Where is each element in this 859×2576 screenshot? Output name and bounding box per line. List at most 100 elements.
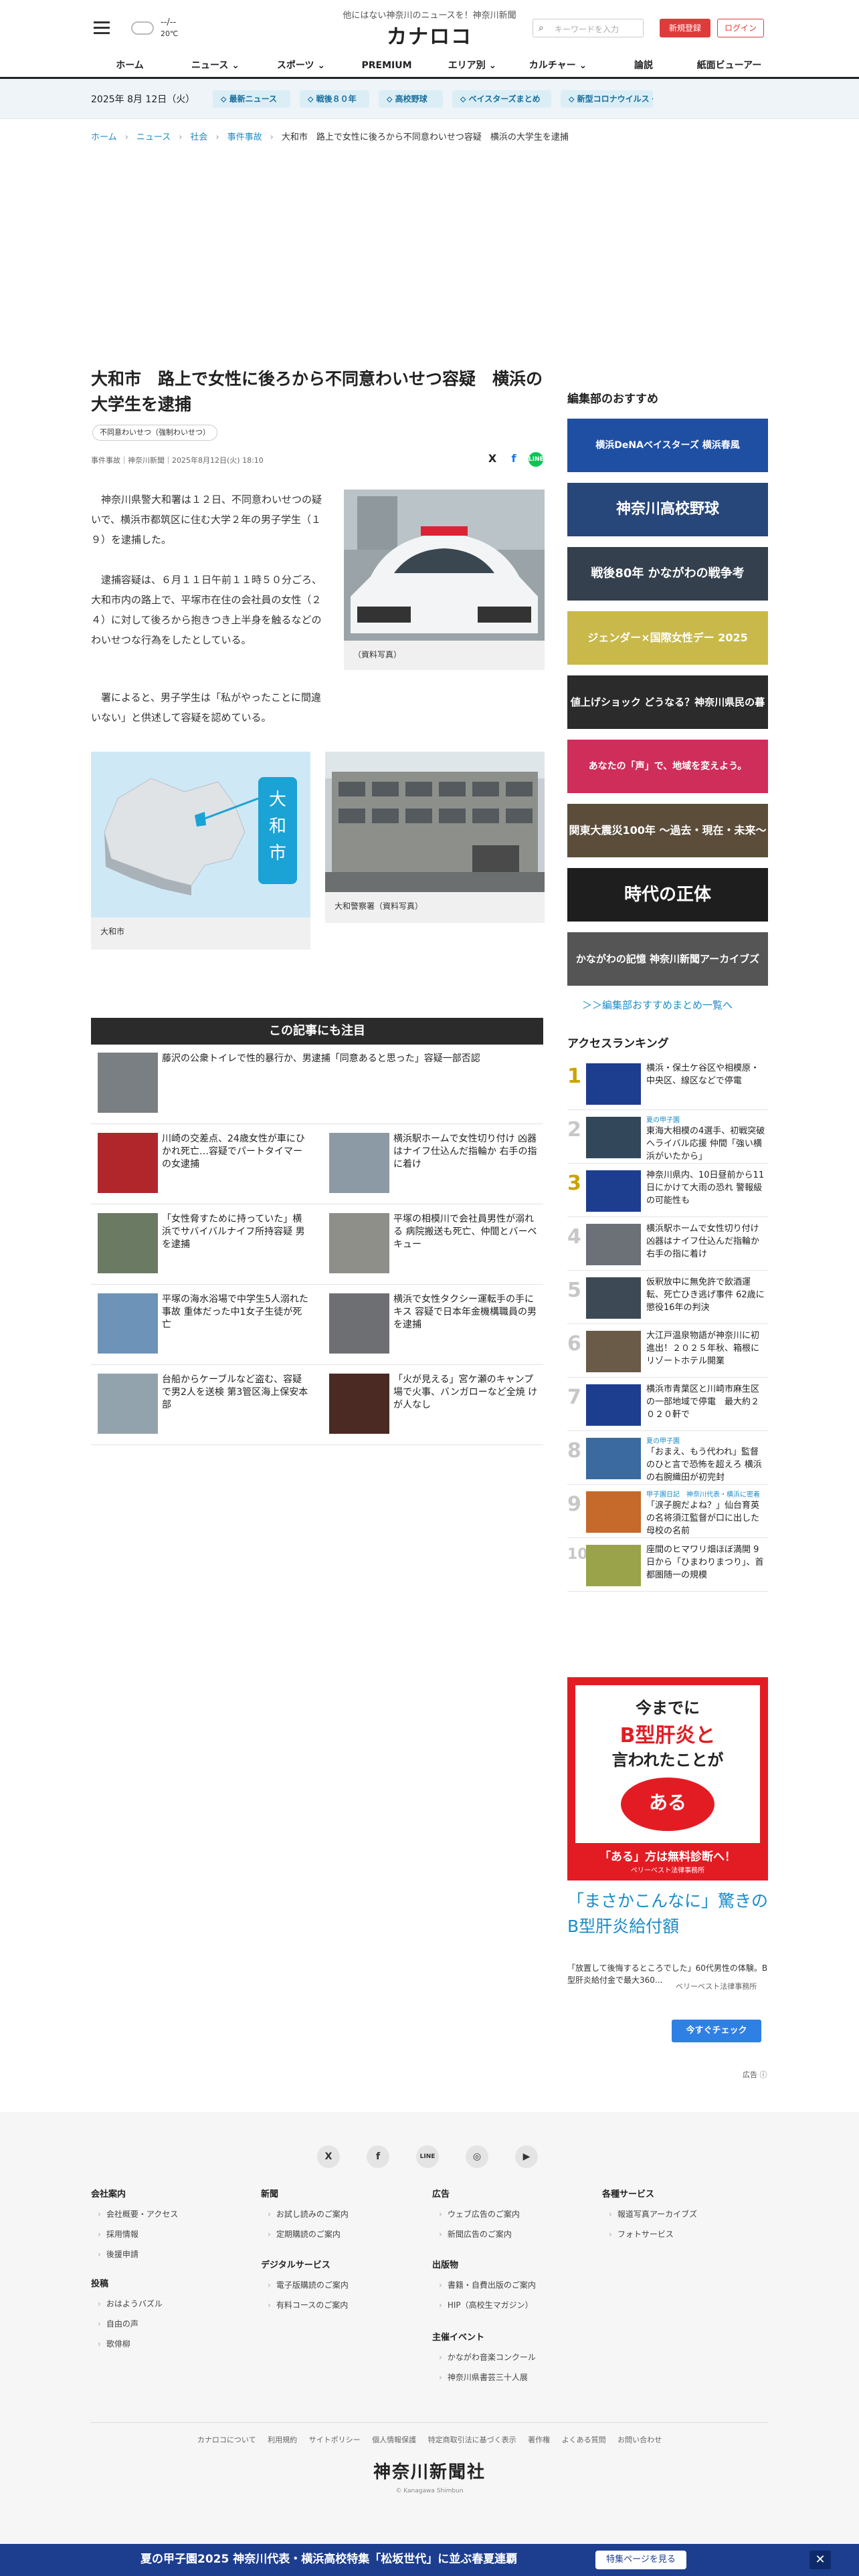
banner-postwar[interactable]: 戦後80年 かながわの戦争考: [567, 547, 768, 601]
page: --/-- 20℃ 他にはない神奈川のニュースを！神奈川新聞 カナロコ ⌕ キーワ…: [0, 0, 859, 2576]
ad-image-text: B型肝炎と: [619, 1724, 716, 1747]
keyword-tag[interactable]: 不同意わいせつ（強制わいせつ）: [92, 425, 217, 441]
x-icon[interactable]: X: [317, 2145, 340, 2168]
footer-link[interactable]: 会社概要・アクセス: [98, 2208, 178, 2220]
banner-gender[interactable]: ジェンダー×国際女性デー 2025: [567, 611, 768, 665]
ranking-item[interactable]: 10 座間のヒマワリ畑ほぼ満開 9日から「ひまわりまつり」、首都圏随一の規模: [567, 1541, 768, 1592]
footer-link[interactable]: 報道写真アーカイブズ: [609, 2208, 697, 2220]
footer-link[interactable]: 書籍・自費出版のご案内: [439, 2279, 536, 2290]
banner-baystars[interactable]: 横浜DeNAベイスターズ 横浜春風: [567, 419, 768, 472]
ranking-item[interactable]: 4 横浜駅ホームで女性切り付け 凶器はナイフ仕込んだ指輪か 右手の指に着け: [567, 1220, 768, 1271]
ranking-item[interactable]: 5 仮釈放中に無免許で飲酒運転、死亡ひき逃げ事件 62歳に懲役16年の判決: [567, 1273, 768, 1324]
footer-link[interactable]: 自由の声: [98, 2318, 138, 2329]
facebook-icon[interactable]: f: [367, 2145, 389, 2168]
footer-copyright: © Kanagawa Shimbun: [395, 2488, 464, 2494]
breadcrumb-home[interactable]: ホーム: [91, 132, 117, 142]
banner-archive[interactable]: かながわの記憶 神奈川新聞アーカイブズ: [567, 932, 768, 986]
article-figure-police-car[interactable]: （資料写真）: [344, 490, 545, 670]
footer-link[interactable]: フォトサービス: [609, 2228, 674, 2240]
ranking-number: 4: [567, 1225, 581, 1249]
footer-link[interactable]: お試し読みのご案内: [268, 2208, 349, 2220]
nav-news[interactable]: ニュース ⌄: [173, 56, 258, 76]
promo-button[interactable]: 特集ページを見る: [595, 2551, 686, 2569]
ranking-item[interactable]: 9 甲子園日記 神奈川代表・横浜に密着 「涙子腕だよね？」仙台育英の名将須江監督が口…: [567, 1487, 768, 1538]
banner-jidai[interactable]: 時代の正体: [567, 868, 768, 922]
close-icon[interactable]: ✕: [809, 2551, 831, 2569]
nav-home[interactable]: ホーム: [87, 56, 173, 76]
x-share-icon[interactable]: X: [486, 452, 499, 465]
related-item[interactable]: 平塚の相模川で会社員男性が溺れる 病院搬送も死亡、仲間とバーベキュー: [322, 1209, 543, 1277]
ranking-item[interactable]: 6 大江戸温泉物語が神奈川に初進出！２０２５年秋、箱根にリゾートホテル開業: [567, 1327, 768, 1378]
footer-link[interactable]: おはようバズル: [98, 2298, 163, 2309]
register-button[interactable]: 新規登録: [660, 19, 710, 37]
ranking-item[interactable]: 1 横浜・保土ケ谷区や相模原・中央区、線区などで停電: [567, 1059, 768, 1110]
breadcrumb-incident[interactable]: 事件事故: [227, 132, 262, 142]
related-title: 横浜駅ホームで女性切り付け 凶器はナイフ仕込んだ指輪か 右手の指に着け: [393, 1134, 537, 1170]
ranking-item[interactable]: 8 夏の甲子園 「おまえ、もう代われ」監督のひと言で恐怖を超えろ 横浜の右腕織田が初…: [567, 1434, 768, 1485]
footer-link[interactable]: 定期購読のご案内: [268, 2228, 341, 2240]
footer-link[interactable]: ウェブ広告のご案内: [439, 2208, 520, 2220]
footer-logo[interactable]: 神奈川新聞社: [0, 2458, 859, 2483]
ad-image-firm: ベリーベスト法律事務所: [630, 1867, 705, 1874]
related-title: 「女性脅すために持っていた」横浜でサバイバルナイフ所持容疑 男を逮捕: [162, 1214, 305, 1250]
footer-link[interactable]: かながわ音楽コンクール: [439, 2351, 536, 2363]
related-item[interactable]: 藤沢の公衆トイレで性的暴行か、男逮捕「同意あると思った」容疑一部否認: [91, 1049, 543, 1117]
related-item[interactable]: 台船からケーブルなど盗む、容疑で男2人を送検 第3管区海上保安本部: [91, 1370, 312, 1438]
instagram-icon[interactable]: ◎: [466, 2145, 488, 2168]
footer-link[interactable]: 新聞広告のご案内: [439, 2228, 512, 2240]
search-placeholder: キーワードを入力: [555, 25, 619, 34]
login-button[interactable]: ログイン: [717, 19, 764, 37]
tag-postwar80[interactable]: ⬦ 戦後８０年: [300, 90, 369, 108]
nav-sports[interactable]: スポーツ ⌄: [258, 56, 344, 76]
facebook-share-icon[interactable]: f: [507, 452, 520, 465]
article-figure-police-station[interactable]: 大和警察署（資料写真）: [325, 752, 545, 923]
nav-area[interactable]: エリア別 ⌄: [430, 56, 515, 76]
ranking-item[interactable]: 3 神奈川県内、10日昼前から11日にかけて大雨の恐れ 警報級の可能性も: [567, 1166, 768, 1217]
footer-link[interactable]: HIP（高校生マガジン）: [439, 2299, 533, 2311]
ad-headline[interactable]: 「まさかこんなに」驚きのB型肝炎給付額: [567, 1889, 768, 1939]
footer-link[interactable]: 後援申請: [98, 2248, 138, 2260]
line-share-icon[interactable]: LINE: [529, 452, 544, 467]
tag-covid[interactable]: ⬦ 新型コロナウイルス・新型２週間試験: [561, 90, 653, 108]
banner-price-rise[interactable]: 値上げショック どうなる？神奈川県民の暮らし: [567, 675, 768, 762]
ranking-item[interactable]: 2 夏の甲子園 東海大相模の4選手、初戦突破へライバル応援 仲間「強い横浜がいたから…: [567, 1113, 768, 1164]
breadcrumb-society[interactable]: 社会: [190, 132, 207, 142]
current-date: 2025年 8月 12日（火）: [91, 94, 195, 105]
ad-cta-button[interactable]: 今すぐチェック: [672, 2020, 761, 2042]
footer-link[interactable]: 採用情報: [98, 2228, 138, 2240]
related-item[interactable]: 横浜駅ホームで女性切り付け 凶器はナイフ仕込んだ指輪か 右手の指に着け: [322, 1129, 543, 1197]
ranking-item[interactable]: 7 横浜市青葉区と川崎市麻生区の一部地域で停電 最大約２０２０軒で: [567, 1380, 768, 1431]
related-item[interactable]: 横浜で女性タクシー運転手の手にキス 容疑で日本年金機構職員の男を逮捕: [322, 1289, 543, 1358]
ad-label[interactable]: 広告 ⓘ: [743, 2069, 767, 2080]
related-item[interactable]: 平塚の海水浴場で中学生5人溺れた事故 重体だった中1女子生徒が死亡: [91, 1289, 312, 1358]
editor-picks-more-link[interactable]: ＞＞編集部おすすめまとめ一覧へ: [582, 998, 733, 1012]
related-item[interactable]: 「女性脅すために持っていた」横浜でサバイバルナイフ所持容疑 男を逮捕: [91, 1209, 312, 1277]
footer-link[interactable]: 電子版購読のご案内: [268, 2279, 349, 2290]
ranking-thumbnail: [586, 1277, 641, 1319]
ad-image[interactable]: 今までに B型肝炎と 言われたことが ある 「ある」方は無料診断へ！ ベリーベス…: [567, 1677, 768, 1881]
footer-link[interactable]: 有料コースのご案内: [268, 2299, 348, 2311]
youtube-icon[interactable]: ▶: [515, 2145, 538, 2168]
breadcrumb-news[interactable]: ニュース: [136, 132, 171, 142]
footer-link[interactable]: 神奈川県書芸三十人展: [439, 2371, 528, 2383]
line-icon[interactable]: LINE: [416, 2145, 439, 2168]
nav-viewer[interactable]: 紙面ビューアー: [686, 56, 772, 76]
promo-text[interactable]: 夏の甲子園2025 神奈川代表・横浜高校特集「松坂世代」に並ぶ春夏連覇: [140, 2549, 517, 2566]
nav-premium[interactable]: PREMIUM: [344, 56, 430, 76]
footer-legal-links[interactable]: カナロコについて 利用規約 サイトポリシー 個人情報保護 特定商取引法に基づく表…: [0, 2434, 859, 2445]
banner-earthquake[interactable]: 関東大震災100年 〜過去・現在・未来〜: [567, 804, 768, 857]
banner-hs-baseball[interactable]: 神奈川高校野球: [567, 483, 768, 536]
banner-voice[interactable]: あなたの「声」で、地域を変えよう。: [567, 740, 768, 793]
related-item[interactable]: 川崎の交差点、24歳女性が車にひかれ死亡…容疑でパートタイマーの女逮捕: [91, 1129, 312, 1197]
tag-label: 高校野球: [395, 94, 427, 104]
nav-editorial[interactable]: 論説: [601, 56, 686, 76]
related-item[interactable]: 「火が見える」宮ケ瀬のキャンプ場で火事、バンガローなど全焼 けが人なし: [322, 1370, 543, 1438]
tag-baystars[interactable]: ⬦ ベイスターズまとめ: [452, 90, 551, 108]
footer-link[interactable]: 歌俳柳: [98, 2338, 130, 2349]
tag-latest-news[interactable]: ⬦ 最新ニュース: [213, 90, 290, 108]
footer-heading: 出版物: [432, 2260, 459, 2270]
article-figure-map[interactable]: 大和市 大和市: [91, 752, 310, 950]
search-input[interactable]: ⌕ キーワードを入力: [533, 19, 644, 37]
nav-culture[interactable]: カルチャー ⌄: [515, 56, 601, 76]
tag-highschool-baseball[interactable]: ⬦ 高校野球: [379, 90, 443, 108]
